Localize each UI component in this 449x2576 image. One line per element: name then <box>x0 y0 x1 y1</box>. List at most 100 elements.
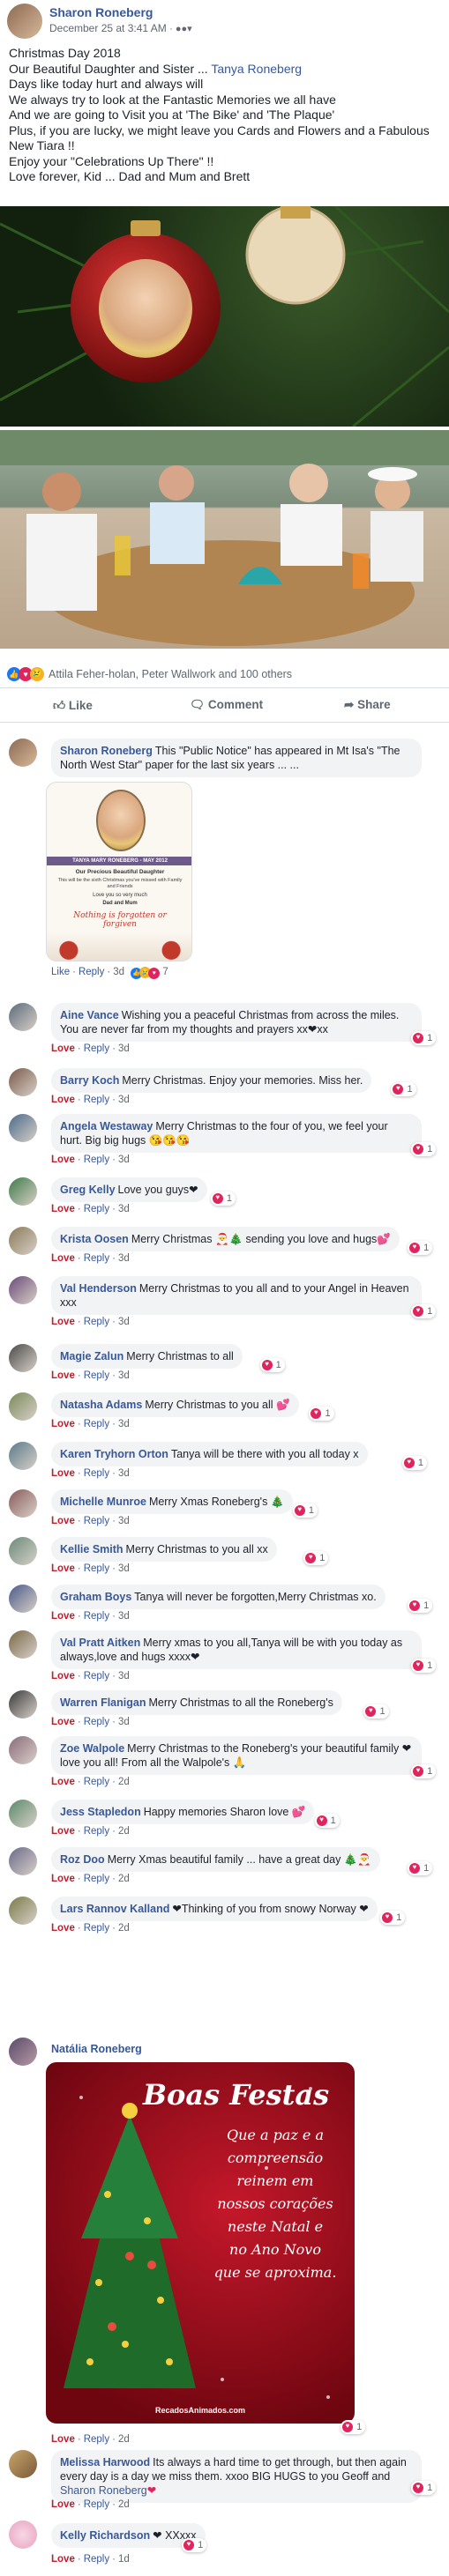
reply-link[interactable]: Reply <box>84 1253 109 1264</box>
commenter-avatar[interactable] <box>9 1344 37 1372</box>
commenter-avatar[interactable] <box>9 1537 37 1565</box>
comment-author[interactable]: Graham Boys <box>60 1591 131 1603</box>
reply-link[interactable]: Reply <box>84 1468 109 1479</box>
like-button[interactable]: 👍︎ Like <box>53 698 93 713</box>
comment-author[interactable]: Val Henderson <box>60 1282 137 1295</box>
boas-festas-card[interactable]: Boas Festas Que a paz e a compreensão rein… <box>46 2062 355 2424</box>
reaction-count-badge[interactable]: ♥ 1 <box>411 1142 437 1156</box>
comment-time[interactable]: 2d <box>118 1777 130 1787</box>
share-button[interactable]: ➦ Share <box>344 698 391 712</box>
comment-author[interactable]: Zoe Walpole <box>60 1742 124 1755</box>
love-link[interactable]: Love <box>51 1317 75 1327</box>
commenter-avatar[interactable] <box>9 1114 37 1142</box>
commenter-avatar[interactable] <box>9 1630 37 1659</box>
reaction-count-badge[interactable]: ♥ 1 <box>411 1304 437 1318</box>
comment-time[interactable]: 3d <box>118 1563 130 1574</box>
comment-author[interactable]: Michelle Munroe <box>60 1496 146 1508</box>
reaction-count-badge[interactable]: ♥ 1 <box>411 2481 437 2495</box>
comment-author[interactable]: Roz Doo <box>60 1853 105 1866</box>
reaction-count-badge[interactable]: ♥ 1 <box>408 1861 433 1875</box>
comment-author[interactable]: Karen Tryhorn Orton <box>60 1448 168 1460</box>
reaction-count-badge[interactable]: ♥ 1 <box>401 1456 427 1470</box>
comment-time[interactable]: 2d <box>118 1923 130 1934</box>
commenter-avatar[interactable] <box>9 1847 37 1875</box>
reaction-count-badge[interactable]: ♥ 1 <box>292 1503 318 1518</box>
comment-author[interactable]: Aine Vance <box>60 1009 119 1021</box>
commenter-avatar[interactable] <box>9 1276 37 1304</box>
reaction-count-badge[interactable]: ♥ 1 <box>391 1082 416 1096</box>
reply-link[interactable]: Reply <box>79 967 104 977</box>
comment-author[interactable]: Kelly Richardson <box>60 2529 150 2542</box>
commenter-avatar[interactable] <box>9 1690 37 1719</box>
comment-author[interactable]: Melissa Harwood <box>60 2456 150 2468</box>
comment-time[interactable]: 3d <box>118 1253 130 1264</box>
comment-author[interactable]: Natasha Adams <box>60 1399 142 1411</box>
commenter-avatar[interactable] <box>9 1489 37 1518</box>
friends-icon[interactable]: · ●●▾ <box>169 24 192 34</box>
comment-button[interactable]: 🗨︎ Comment <box>190 698 263 712</box>
comment-author[interactable]: Natália Roneberg <box>51 2043 142 2055</box>
love-link[interactable]: Love <box>51 1419 75 1429</box>
commenter-avatar[interactable] <box>9 739 37 767</box>
commenter-avatar[interactable] <box>9 2038 37 2066</box>
author-avatar[interactable] <box>7 4 42 39</box>
commenter-avatar[interactable] <box>9 1392 37 1421</box>
comment-time[interactable]: 3d <box>118 1671 130 1681</box>
reply-link[interactable]: Reply <box>84 1516 109 1526</box>
reply-link[interactable]: Reply <box>84 1717 109 1727</box>
reaction-count-badge[interactable]: ♥ 1 <box>303 1551 329 1565</box>
reaction-count-badge[interactable]: ♥ 1 <box>210 1191 236 1206</box>
post-timestamp[interactable]: December 25 at 3:41 AM <box>49 22 167 34</box>
reactions-text[interactable]: Attila Feher-holan, Peter Wallwork and 1… <box>49 668 292 680</box>
reply-link[interactable]: Reply <box>84 1370 109 1381</box>
comment-time[interactable]: 3d <box>118 1154 130 1165</box>
commenter-avatar[interactable] <box>9 1442 37 1470</box>
love-link[interactable]: Love <box>51 1611 75 1622</box>
commenter-avatar[interactable] <box>9 1068 37 1096</box>
love-link[interactable]: Love <box>51 1717 75 1727</box>
love-link[interactable]: Love <box>51 2499 75 2510</box>
love-link[interactable]: Love <box>51 1923 75 1934</box>
reply-link[interactable]: Reply <box>84 1874 109 1884</box>
reply-link[interactable]: Reply <box>84 2554 109 2565</box>
love-link[interactable]: Love <box>51 1043 75 1054</box>
love-link[interactable]: Love <box>51 1563 75 1574</box>
love-link[interactable]: Love <box>51 2434 75 2445</box>
love-link[interactable]: Love <box>51 1516 75 1526</box>
comment-author[interactable]: Jess Stapledon <box>60 1806 141 1818</box>
love-link[interactable]: Love <box>51 1671 75 1681</box>
memorial-card-image[interactable]: TANYA MARY RONEBERG - MAY 2012 Our Preci… <box>46 782 192 961</box>
comment-author[interactable]: Krista Oosen <box>60 1233 129 1245</box>
reaction-count-badge[interactable]: ♥ 1 <box>182 2538 207 2552</box>
post-photo-group[interactable] <box>0 430 449 649</box>
comment-author[interactable]: Lars Rannov Kalland <box>60 1903 169 1915</box>
like-link[interactable]: Like <box>51 967 70 977</box>
reaction-count-badge[interactable]: ♥ 1 <box>411 1659 437 1673</box>
love-link[interactable]: Love <box>51 1874 75 1884</box>
comment-time[interactable]: 2d <box>118 2499 130 2510</box>
commenter-avatar[interactable] <box>9 1897 37 1925</box>
reaction-count-badge[interactable]: ♥ 1 <box>363 1704 389 1719</box>
commenter-avatar[interactable] <box>9 1585 37 1613</box>
comment-time[interactable]: 3d <box>118 1095 130 1105</box>
commenter-avatar[interactable] <box>9 2520 37 2549</box>
comment-author[interactable]: Barry Koch <box>60 1074 119 1087</box>
comment-time[interactable]: 3d <box>118 1468 130 1479</box>
love-link[interactable]: Love <box>51 1204 75 1214</box>
reply-link[interactable]: Reply <box>84 1204 109 1214</box>
reply-link[interactable]: Reply <box>84 1095 109 1105</box>
reaction-count-badge[interactable]: ♥ 1 <box>411 1031 437 1045</box>
love-link[interactable]: Love <box>51 1826 75 1837</box>
commenter-avatar[interactable] <box>9 1003 37 1031</box>
love-link[interactable]: Love <box>51 1370 75 1381</box>
reply-link[interactable]: Reply <box>84 1043 109 1054</box>
reply-link[interactable]: Reply <box>84 1563 109 1574</box>
reply-link[interactable]: Reply <box>84 1826 109 1837</box>
reply-link[interactable]: Reply <box>84 1419 109 1429</box>
reply-link[interactable]: Reply <box>84 2434 109 2445</box>
comment-time[interactable]: 3d <box>118 1317 130 1327</box>
reaction-count-badge[interactable]: ♥ 1 <box>408 1241 433 1255</box>
comment-time[interactable]: 3d <box>118 1419 130 1429</box>
reactions-summary[interactable]: 👍 ♥ 😢 Attila Feher-holan, Peter Wallwork… <box>7 667 292 681</box>
reaction-count-badge[interactable]: 👍😢 ♥ 7 <box>131 967 168 979</box>
